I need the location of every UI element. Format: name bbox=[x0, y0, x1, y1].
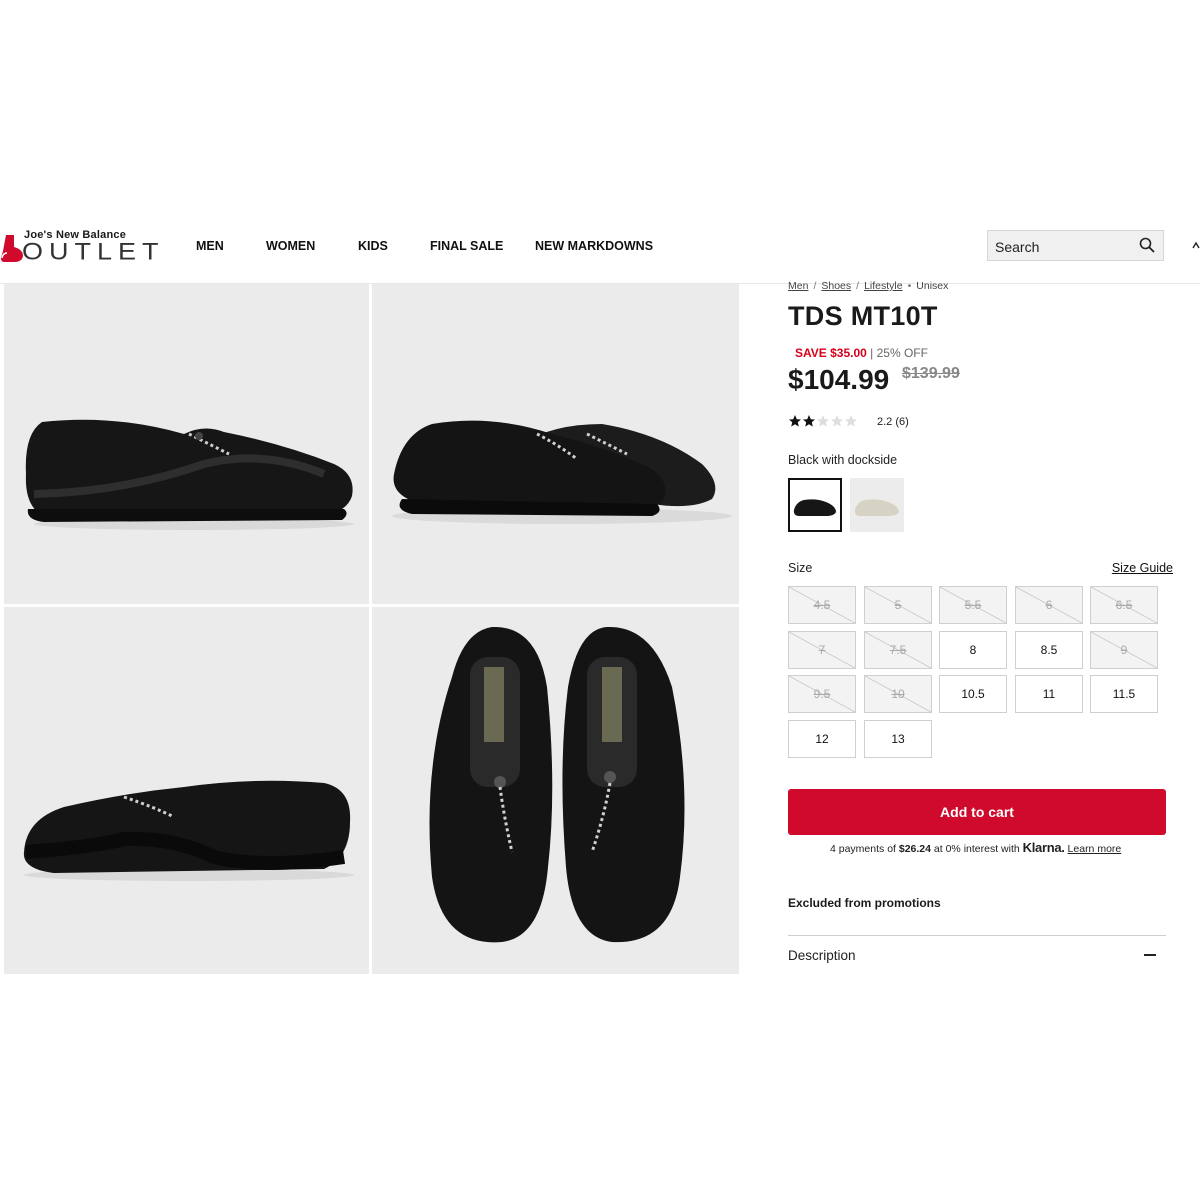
star-icon bbox=[789, 415, 801, 427]
size-label: Size bbox=[788, 561, 813, 575]
caret-up-icon[interactable] bbox=[1192, 241, 1200, 251]
logo-main-text: OUTLET bbox=[22, 238, 165, 265]
nav-final-sale[interactable]: FINAL SALE bbox=[430, 239, 503, 253]
size-option[interactable]: 6 bbox=[1015, 586, 1083, 624]
nav-kids[interactable]: KIDS bbox=[358, 239, 388, 253]
save-amount: SAVE $35.00 bbox=[795, 346, 867, 360]
breadcrumb-men[interactable]: Men bbox=[788, 280, 808, 292]
rating-stars[interactable] bbox=[788, 414, 868, 428]
promotion-exclusion-note: Excluded from promotions bbox=[788, 896, 941, 910]
size-option[interactable]: 5 bbox=[864, 586, 932, 624]
size-option[interactable]: 8.5 bbox=[1015, 631, 1083, 669]
size-option[interactable]: 6.5 bbox=[1090, 586, 1158, 624]
size-option[interactable]: 9.5 bbox=[788, 675, 856, 713]
original-price: $139.99 bbox=[902, 365, 960, 382]
nav-women[interactable]: WOMEN bbox=[266, 239, 315, 253]
breadcrumb-dot: • bbox=[907, 280, 912, 292]
product-title: TDS MT10T bbox=[788, 301, 938, 331]
description-accordion[interactable]: Description bbox=[788, 948, 856, 963]
product-image-side[interactable] bbox=[4, 284, 369, 604]
klarna-message: 4 payments of $26.24 at 0% interest with… bbox=[830, 840, 1121, 855]
size-option[interactable]: 8 bbox=[939, 631, 1007, 669]
nav-new-markdowns[interactable]: NEW MARKDOWNS bbox=[535, 239, 653, 253]
size-option[interactable]: 13 bbox=[864, 720, 932, 758]
swatch-black[interactable] bbox=[788, 478, 842, 532]
product-image-medial[interactable] bbox=[4, 607, 369, 974]
size-option[interactable]: 11 bbox=[1015, 675, 1083, 713]
breadcrumb-separator: / bbox=[813, 280, 817, 292]
size-option[interactable]: 12 bbox=[788, 720, 856, 758]
add-to-cart-button[interactable]: Add to cart bbox=[788, 789, 1166, 835]
site-logo[interactable]: Joe's New Balance OUTLET bbox=[0, 229, 159, 269]
klarna-pre: 4 payments of bbox=[830, 843, 896, 855]
klarna-learn-more-link[interactable]: Learn more bbox=[1068, 843, 1122, 855]
shoe-thumb-light bbox=[854, 499, 899, 516]
breadcrumb: Men / Shoes / Lifestyle • Unisex bbox=[788, 280, 948, 292]
star-icon bbox=[803, 415, 815, 427]
savings-line: SAVE $35.00 | 25% OFF bbox=[795, 346, 928, 360]
size-guide-link[interactable]: Size Guide bbox=[1112, 561, 1173, 575]
size-option[interactable]: 7.5 bbox=[864, 631, 932, 669]
product-gallery bbox=[4, 284, 739, 979]
size-option[interactable]: 10.5 bbox=[939, 675, 1007, 713]
klarna-mid: at 0% interest with bbox=[933, 843, 1020, 855]
size-option[interactable]: 7 bbox=[788, 631, 856, 669]
breadcrumb-lifestyle[interactable]: Lifestyle bbox=[864, 280, 903, 292]
swatch-light[interactable] bbox=[850, 478, 904, 532]
site-header: Joe's New Balance OUTLET MEN WOMEN KIDS … bbox=[0, 207, 1200, 284]
product-image-top[interactable] bbox=[372, 607, 739, 974]
size-option[interactable]: 5.5 bbox=[939, 586, 1007, 624]
search-input[interactable]: Search bbox=[995, 239, 1039, 255]
collapse-minus-icon[interactable] bbox=[1144, 954, 1156, 956]
breadcrumb-current: Unisex bbox=[916, 280, 949, 292]
star-icon bbox=[845, 415, 857, 427]
size-option[interactable]: 9 bbox=[1090, 631, 1158, 669]
search-box[interactable]: Search bbox=[987, 230, 1164, 261]
size-option[interactable]: 4.5 bbox=[788, 586, 856, 624]
size-option[interactable]: 11.5 bbox=[1090, 675, 1158, 713]
nav-men[interactable]: MEN bbox=[196, 239, 224, 253]
klarna-amount: $26.24 bbox=[898, 843, 931, 855]
selected-color-name: Black with dockside bbox=[788, 453, 898, 467]
product-image-pair[interactable] bbox=[372, 284, 739, 604]
breadcrumb-shoes[interactable]: Shoes bbox=[821, 280, 851, 292]
rating-count[interactable]: 2.2 (6) bbox=[877, 416, 909, 428]
sale-price: $104.99 bbox=[788, 364, 890, 395]
klarna-logo: Klarna. bbox=[1022, 840, 1065, 855]
breadcrumb-separator: / bbox=[856, 280, 860, 292]
search-icon[interactable] bbox=[1139, 237, 1155, 253]
shoe-thumb-black bbox=[793, 499, 836, 516]
size-option[interactable]: 10 bbox=[864, 675, 932, 713]
divider bbox=[788, 935, 1166, 936]
discount-percent: | 25% OFF bbox=[870, 346, 928, 360]
star-icon bbox=[831, 415, 843, 427]
